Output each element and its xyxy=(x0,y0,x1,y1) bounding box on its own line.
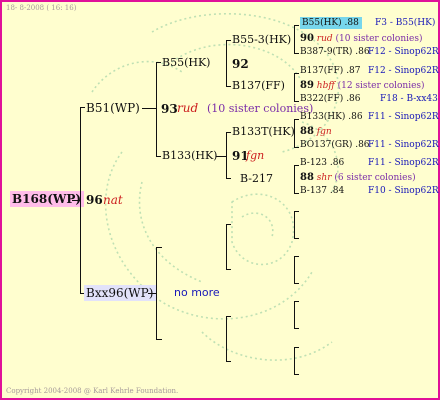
connector-fm-top xyxy=(226,132,231,133)
father-note: rud xyxy=(177,101,199,115)
copyright-text: Copyright 2004-2008 @ Karl Kehrle Founda… xyxy=(6,387,179,395)
father-label[interactable]: B51(WP) xyxy=(86,102,140,114)
connector-fmf-bottom xyxy=(294,147,299,148)
connector-ff-vertical xyxy=(226,40,227,87)
g4-row-9-stat: F11 - Sinop62R xyxy=(368,140,439,150)
connector-fmf-top xyxy=(294,119,299,120)
connector-mm-top xyxy=(226,316,231,317)
connector-root-stem xyxy=(72,200,81,201)
connector-father-ff xyxy=(156,62,161,63)
g4-row-12-stat: F10 - Sinop62R xyxy=(368,186,439,196)
connector-fm-vertical xyxy=(226,132,227,179)
connector-ffm-top xyxy=(294,73,299,74)
root-note: nat xyxy=(103,193,123,207)
g4-row-6-stat: F18 - B-xx43 xyxy=(380,94,438,104)
g4-row-8-note: fgn xyxy=(316,127,332,137)
bracket-m2-bottom xyxy=(294,283,299,284)
connector-fm-stem xyxy=(216,156,226,157)
connector-fff-top xyxy=(294,25,299,26)
g4-row-5: 89 hbff (12 sister colonies) xyxy=(300,80,425,91)
connector-mf-top xyxy=(226,224,231,225)
pedigree-frame: 18- 8-2008 ( 16: 16) Copyright 2004-2008… xyxy=(0,0,440,400)
ffm-label[interactable]: B137(FF) xyxy=(232,80,285,91)
date-stamp: 18- 8-2008 ( 16: 16) xyxy=(6,4,77,12)
connector-fff-bottom xyxy=(294,53,299,54)
bracket-m1 xyxy=(294,211,295,239)
connector-mother-stem xyxy=(148,293,156,294)
connector-father-fm xyxy=(156,156,161,157)
g4-row-6[interactable]: B322(FF) .86 xyxy=(300,95,361,104)
connector-root-father xyxy=(80,107,85,108)
connector-mf-bottom xyxy=(226,269,231,270)
bracket-m2 xyxy=(294,256,295,284)
g4-row-9[interactable]: BO137(GR) .86 xyxy=(300,141,370,150)
fff-label[interactable]: B55-3(HK) xyxy=(232,34,291,45)
bracket-m4 xyxy=(294,347,295,375)
connector-mm-bottom xyxy=(226,361,231,362)
fmf-label[interactable]: B133T(HK) xyxy=(232,126,295,137)
connector-father-stem xyxy=(142,108,156,109)
g4-row-7[interactable]: B133(HK) .86 xyxy=(300,113,363,122)
mother-no-more: no more xyxy=(174,286,220,299)
bracket-m3-top xyxy=(294,301,299,302)
connector-fff-vertical xyxy=(294,25,295,54)
ff-label[interactable]: B55(HK) xyxy=(162,57,210,68)
root-label: B168(WP) xyxy=(10,191,85,207)
ff-score: 92 xyxy=(232,57,249,71)
root-score: 96 xyxy=(86,193,103,207)
father-sister-colonies: (10 sister colonies) xyxy=(207,102,314,115)
bracket-m2-top xyxy=(294,256,299,257)
g4-row-10[interactable]: B-123 .86 xyxy=(300,159,344,168)
connector-father-vertical xyxy=(156,62,157,157)
root-queen[interactable]: B168(WP) xyxy=(10,191,85,207)
g4-row-8: 88 fgn xyxy=(300,127,332,137)
g4-row-2: 90 rud (10 sister colonies) xyxy=(300,33,423,44)
bracket-m1-top xyxy=(294,211,299,212)
g4-row-12[interactable]: B-137 .84 xyxy=(300,187,344,196)
connector-fm-bottom xyxy=(226,178,231,179)
mother-label: Bxx96(WP) xyxy=(84,285,157,301)
g4-row-10-stat: F11 - Sinop62R xyxy=(368,158,439,168)
g4-row-4-stat: F12 - Sinop62R xyxy=(368,66,439,76)
fmm-label[interactable]: B-217 xyxy=(240,173,273,184)
connector-ffm-vertical xyxy=(294,73,295,102)
g4-row-7-stat: F11 - Sinop62R xyxy=(368,112,439,122)
g4-row-1-name: B55(HK) .88 xyxy=(300,17,362,29)
g4-row-1[interactable]: B55(HK) .88 xyxy=(300,17,362,29)
g4-row-8-score: 88 xyxy=(300,126,314,137)
connector-mf-vertical xyxy=(226,224,227,270)
bracket-m3 xyxy=(294,301,295,329)
connector-fmm-vertical xyxy=(294,165,295,194)
g4-row-11: 88 shr (6 sister colonies) xyxy=(300,172,416,183)
g4-row-4[interactable]: B137(FF) .87 xyxy=(300,67,361,76)
connector-ff-bottom xyxy=(226,86,231,87)
connector-ffm-bottom xyxy=(294,101,299,102)
g4-row-1-stat: F3 - B55(HK) xyxy=(375,18,436,28)
g4-row-3-stat: F12 - Sinop62R xyxy=(368,47,439,57)
connector-fmm-top xyxy=(294,165,299,166)
connector-mother-vertical xyxy=(156,247,157,340)
mother-queen[interactable]: Bxx96(WP) xyxy=(84,285,157,301)
fm-note: fgn xyxy=(246,149,265,162)
bracket-m3-bottom xyxy=(294,328,299,329)
connector-ff-top xyxy=(226,40,231,41)
connector-fmm-bottom xyxy=(294,193,299,194)
fm-label[interactable]: B133(HK) xyxy=(162,150,217,161)
connector-mother-top xyxy=(156,247,162,248)
g4-row-3[interactable]: B387-9(TR) .86 xyxy=(300,48,370,57)
connector-fmf-vertical xyxy=(294,119,295,148)
connector-mother-bottom xyxy=(156,339,162,340)
bracket-m4-top xyxy=(294,347,299,348)
bracket-m4-bottom xyxy=(294,374,299,375)
bracket-m1-bottom xyxy=(294,238,299,239)
connector-mm-vertical xyxy=(226,316,227,362)
father-score: 93 xyxy=(161,102,178,116)
